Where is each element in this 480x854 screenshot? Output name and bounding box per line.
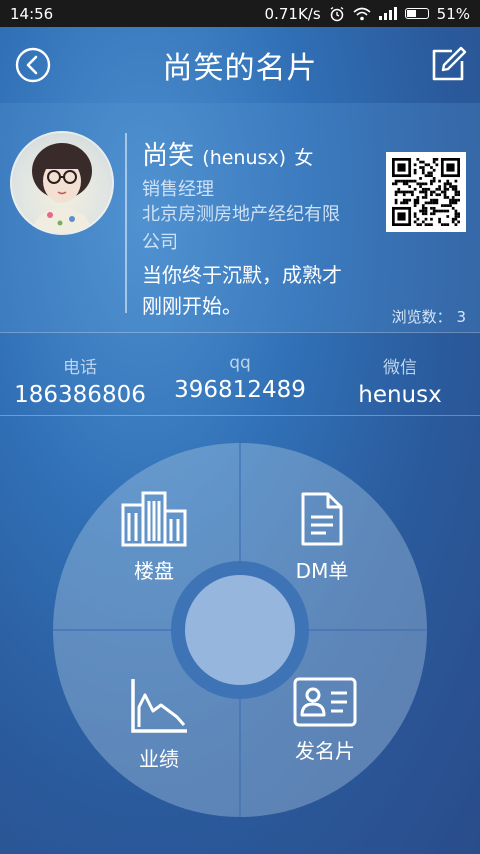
profile-position: 销售经理: [142, 179, 214, 200]
contact-value: 396812489: [174, 377, 306, 403]
profile-company: 北京房测房地产经纪有限公司: [142, 204, 340, 253]
contact-label: 电话: [63, 358, 97, 378]
menu-label: 业绩: [139, 747, 179, 771]
views-label: 浏览数：: [391, 308, 452, 326]
menu-item-performance[interactable]: 业绩: [104, 677, 214, 772]
divider: [125, 133, 127, 313]
building-icon: [121, 491, 187, 547]
signal-icon: [378, 7, 397, 20]
avatar-illustration: [32, 143, 92, 233]
network-speed: 0.71K/s: [264, 4, 321, 23]
contact-value: henusx: [358, 382, 442, 408]
views-count: 浏览数： 3: [392, 306, 466, 327]
contact-value: 186386806: [14, 382, 146, 408]
status-time: 14:56: [10, 4, 54, 23]
wheel-center-inner: [185, 575, 295, 685]
contacts-row: 电话 186386806 qq 396812489 微信 henusx: [0, 332, 480, 416]
status-right: 0.71K/s 51%: [265, 5, 470, 23]
menu-item-send-card[interactable]: 发名片: [270, 677, 380, 764]
name-line: 尚笑 (henusx) 女: [142, 135, 313, 172]
qr-code[interactable]: [386, 152, 466, 232]
document-icon: [301, 492, 343, 546]
contact-phone[interactable]: 电话 186386806: [0, 333, 160, 415]
profile-motto: 当你终于沉默，成熟才刚刚开始。: [142, 263, 342, 318]
edit-icon[interactable]: [428, 45, 468, 85]
menu-wheel: 楼盘 DM单 业绩 发名片: [53, 443, 427, 817]
page-title: 尚笑的名片: [162, 51, 318, 86]
battery-percent: 51%: [436, 4, 470, 23]
wheel-center-button[interactable]: [171, 561, 309, 699]
contact-label: qq: [229, 353, 251, 373]
header: 尚笑的名片: [0, 27, 480, 103]
contact-label: 微信: [383, 358, 417, 378]
battery-icon: [404, 8, 429, 19]
views-value: 3: [456, 308, 466, 326]
menu-item-dm[interactable]: DM单: [267, 491, 377, 584]
qr-code-pattern: [392, 158, 460, 226]
back-circle-icon[interactable]: [14, 46, 52, 84]
profile-username: (henusx): [202, 147, 287, 169]
menu-item-buildings[interactable]: 楼盘: [99, 491, 209, 584]
chart-icon: [131, 679, 187, 733]
alarm-icon: [330, 6, 344, 21]
avatar[interactable]: [10, 131, 114, 235]
profile-gender: 女: [294, 147, 314, 169]
card-icon: [293, 677, 357, 727]
profile-name: 尚笑: [142, 141, 195, 171]
contact-qq[interactable]: qq 396812489: [160, 333, 320, 415]
wifi-icon: [353, 7, 371, 20]
menu-label: 发名片: [295, 739, 355, 763]
status-bar: 14:56 0.71K/s 51%: [0, 0, 480, 27]
profile-card: 尚笑 (henusx) 女 销售经理 北京房测房地产经纪有限公司 当你终于沉默，…: [0, 103, 480, 332]
contact-wechat[interactable]: 微信 henusx: [320, 333, 480, 415]
